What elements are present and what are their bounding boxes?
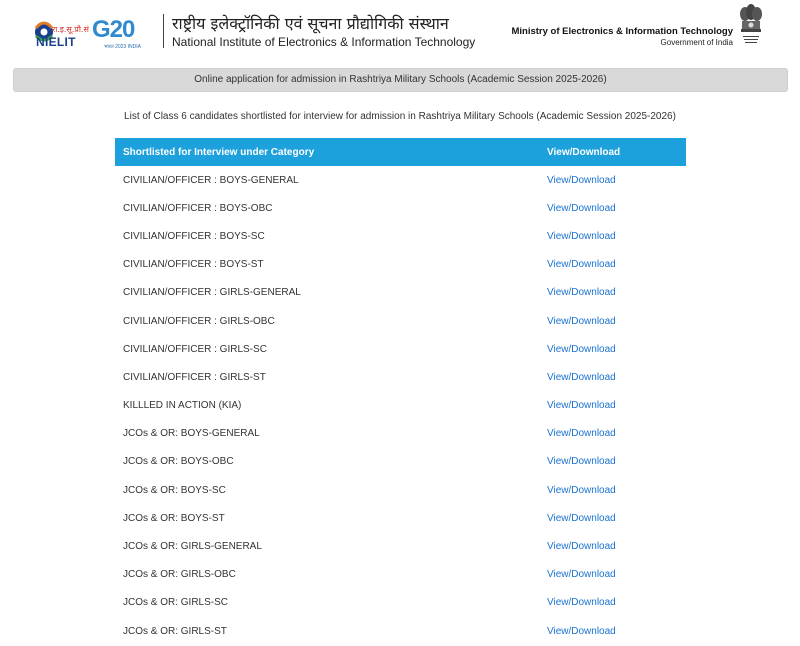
view-download-link[interactable]: View/Download xyxy=(547,456,616,467)
category-cell: CIVILIAN/OFFICER : GIRLS-GENERAL xyxy=(123,287,301,299)
shortlist-table: Shortlisted for Interview under Category… xyxy=(115,138,686,645)
g20-logo-icon: G20 xyxy=(92,16,135,43)
category-cell: CIVILIAN/OFFICER : GIRLS-ST xyxy=(123,371,266,383)
category-cell: JCOs & OR: GIRLS-GENERAL xyxy=(123,541,262,553)
institute-title-english: National Institute of Electronics & Info… xyxy=(172,35,476,49)
view-download-link[interactable]: View/Download xyxy=(547,428,616,439)
g20-tagline: भारत 2023 INDIA xyxy=(104,44,141,50)
table-row: CIVILIAN/OFFICER : BOYS-ST View/Download xyxy=(115,251,686,279)
nielit-text: NIELIT xyxy=(36,35,76,49)
column-header-download: View/Download xyxy=(539,138,686,166)
view-download-link[interactable]: View/Download xyxy=(547,259,616,270)
view-download-link[interactable]: View/Download xyxy=(547,597,616,608)
category-cell: CIVILIAN/OFFICER : BOYS-OBC xyxy=(123,202,273,214)
category-cell: KILLLED IN ACTION (KIA) xyxy=(123,400,242,412)
table-row: JCOs & OR: BOYS-GENERAL View/Download xyxy=(115,420,686,448)
nielit-hindi-text: रा.इ.सू.प्रौ.सं xyxy=(52,25,89,34)
category-cell: CIVILIAN/OFFICER : BOYS-GENERAL xyxy=(123,174,299,186)
view-download-link[interactable]: View/Download xyxy=(547,626,616,637)
government-name: Government of India xyxy=(660,38,733,47)
ministry-name: Ministry of Electronics & Information Te… xyxy=(511,26,733,37)
table-row: JCOs & OR: GIRLS-OBC View/Download xyxy=(115,561,686,589)
table-header-row: Shortlisted for Interview under Category… xyxy=(115,138,686,166)
view-download-link[interactable]: View/Download xyxy=(547,287,616,298)
view-download-link[interactable]: View/Download xyxy=(547,485,616,496)
table-row: JCOs & OR: GIRLS-GENERAL View/Download xyxy=(115,532,686,560)
page-subtitle: List of Class 6 candidates shortlisted f… xyxy=(124,111,676,122)
table-row: CIVILIAN/OFFICER : GIRLS-ST View/Download xyxy=(115,363,686,391)
category-cell: JCOs & OR: GIRLS-ST xyxy=(123,625,227,637)
category-cell: CIVILIAN/OFFICER : BOYS-ST xyxy=(123,259,264,271)
table-row: JCOs & OR: BOYS-OBC View/Download xyxy=(115,448,686,476)
category-cell: JCOs & OR: GIRLS-SC xyxy=(123,597,229,609)
national-emblem-icon xyxy=(740,4,762,43)
view-download-link[interactable]: View/Download xyxy=(547,513,616,524)
header-divider xyxy=(163,14,164,48)
category-cell: JCOs & OR: GIRLS-OBC xyxy=(123,569,236,581)
view-download-link[interactable]: View/Download xyxy=(547,569,616,580)
view-download-link[interactable]: View/Download xyxy=(547,372,616,383)
table-row: CIVILIAN/OFFICER : GIRLS-OBC View/Downloa… xyxy=(115,307,686,335)
column-header-category: Shortlisted for Interview under Category xyxy=(115,138,539,166)
shortlist-table-container: Shortlisted for Interview under Category… xyxy=(115,138,686,645)
view-download-link[interactable]: View/Download xyxy=(547,344,616,355)
institute-title-hindi: राष्ट्रीय इलेक्ट्रॉनिकी एवं सूचना प्रौद्… xyxy=(172,14,449,33)
page-banner: Online application for admission in Rash… xyxy=(13,68,788,92)
view-download-link[interactable]: View/Download xyxy=(547,541,616,552)
table-row: JCOs & OR: BOYS-ST View/Download xyxy=(115,504,686,532)
table-row: CIVILIAN/OFFICER : BOYS-GENERAL View/Down… xyxy=(115,166,686,194)
view-download-link[interactable]: View/Download xyxy=(547,175,616,186)
category-cell: CIVILIAN/OFFICER : GIRLS-OBC xyxy=(123,315,275,327)
table-row: KILLLED IN ACTION (KIA) View/Download xyxy=(115,392,686,420)
table-row: CIVILIAN/OFFICER : GIRLS-GENERAL View/Dow… xyxy=(115,279,686,307)
category-cell: CIVILIAN/OFFICER : GIRLS-SC xyxy=(123,343,267,355)
category-cell: JCOs & OR: BOYS-ST xyxy=(123,512,225,524)
category-cell: JCOs & OR: BOYS-GENERAL xyxy=(123,428,260,440)
table-row: JCOs & OR: GIRLS-ST View/Download xyxy=(115,617,686,645)
table-row: JCOs & OR: BOYS-SC View/Download xyxy=(115,476,686,504)
table-row: CIVILIAN/OFFICER : BOYS-OBC View/Download xyxy=(115,194,686,222)
table-row: JCOs & OR: GIRLS-SC View/Download xyxy=(115,589,686,617)
view-download-link[interactable]: View/Download xyxy=(547,231,616,242)
page-header: रा.इ.सू.प्रौ.सं NIELIT G20 भारत 2023 IND… xyxy=(0,0,800,66)
category-cell: CIVILIAN/OFFICER : BOYS-SC xyxy=(123,230,265,242)
table-row: CIVILIAN/OFFICER : GIRLS-SC View/Download xyxy=(115,335,686,363)
view-download-link[interactable]: View/Download xyxy=(547,203,616,214)
category-cell: JCOs & OR: BOYS-OBC xyxy=(123,456,234,468)
view-download-link[interactable]: View/Download xyxy=(547,400,616,411)
category-cell: JCOs & OR: BOYS-SC xyxy=(123,484,226,496)
table-row: CIVILIAN/OFFICER : BOYS-SC View/Download xyxy=(115,222,686,250)
view-download-link[interactable]: View/Download xyxy=(547,316,616,327)
